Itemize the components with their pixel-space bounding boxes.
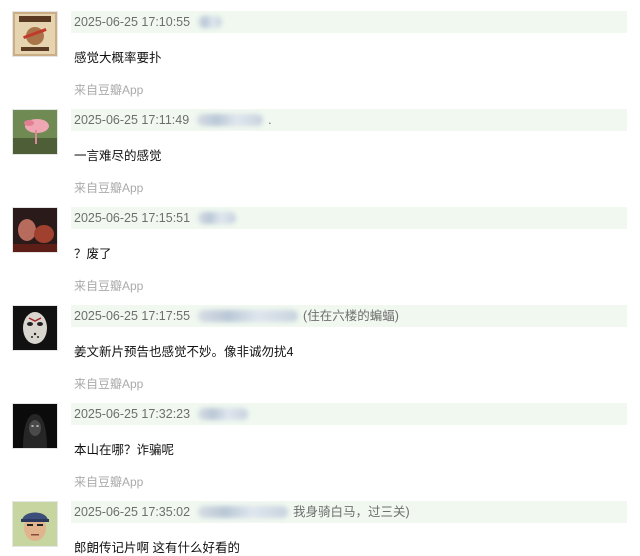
comment-header: 2025-06-25 17:11:49 . [71, 109, 627, 131]
avatar[interactable] [12, 109, 58, 155]
avatar[interactable] [12, 305, 58, 351]
pink-bird-avatar-icon [13, 110, 57, 154]
comment-item: 2025-06-25 17:11:49 . 一言难尽的感觉 来自豆瓣App [0, 109, 640, 207]
comment-item: 2025-06-25 17:32:23 本山在哪？诈骗呢 来自豆瓣App [0, 403, 640, 501]
blurred-username[interactable] [196, 114, 263, 126]
comment-header: 2025-06-25 17:10:55 [71, 11, 627, 33]
movie-still-avatar-icon [13, 208, 57, 252]
comment-source: 来自豆瓣App [74, 377, 144, 391]
comment-header: 2025-06-25 17:32:23 [71, 403, 627, 425]
comment-time: 2025-06-25 17:32:23 [74, 407, 191, 421]
avatar[interactable] [12, 501, 58, 547]
comment-header: 2025-06-25 17:35:02 我身骑白马，过三关) [71, 501, 627, 523]
blurred-username[interactable] [197, 16, 222, 28]
blurred-username[interactable] [197, 310, 298, 322]
comment-content: ？废了 [74, 247, 112, 261]
comment-item: 2025-06-25 17:10:55 感觉大概率要扑 来自豆瓣App [0, 11, 640, 109]
cap-man-avatar-icon [13, 502, 57, 546]
comment-content: 郎朗传记片啊 这有什么好看的 [74, 541, 240, 555]
username-tail[interactable]: . [268, 109, 271, 131]
comment-item: 2025-06-25 17:15:51 ？废了 来自豆瓣App [0, 207, 640, 305]
avatar[interactable] [12, 403, 58, 449]
avatar[interactable] [12, 11, 58, 57]
blurred-username[interactable] [197, 408, 248, 420]
comment-source: 来自豆瓣App [74, 475, 144, 489]
blurred-username[interactable] [197, 212, 236, 224]
comment-time: 2025-06-25 17:17:55 [74, 309, 191, 323]
hockey-mask-avatar-icon [13, 306, 57, 350]
username-tail[interactable]: 我身骑白马，过三关) [293, 501, 410, 523]
blurred-username[interactable] [197, 506, 288, 518]
comment-content: 姜文新片预告也感觉不妙。像非诚勿扰4 [74, 345, 294, 359]
comment-content: 感觉大概率要扑 [74, 51, 162, 65]
comment-source: 来自豆瓣App [74, 279, 144, 293]
comment-header: 2025-06-25 17:15:51 [71, 207, 627, 229]
dark-hooded-figure-avatar-icon [13, 404, 57, 448]
comment-source: 来自豆瓣App [74, 181, 144, 195]
wanted-poster-avatar-icon [13, 12, 57, 56]
comment-content: 本山在哪？诈骗呢 [74, 443, 175, 457]
avatar[interactable] [12, 207, 58, 253]
username-tail[interactable]: (住在六楼的蝙蝠) [303, 305, 399, 327]
comment-item: 2025-06-25 17:35:02 我身骑白马，过三关) 郎朗传记片啊 这有… [0, 501, 640, 555]
comment-header: 2025-06-25 17:17:55 (住在六楼的蝙蝠) [71, 305, 627, 327]
comment-content: 一言难尽的感觉 [74, 149, 162, 163]
comment-source: 来自豆瓣App [74, 83, 144, 97]
comment-item: 2025-06-25 17:17:55 (住在六楼的蝙蝠) 姜文新片预告也感觉不… [0, 305, 640, 403]
comment-time: 2025-06-25 17:11:49 [74, 113, 190, 127]
comment-time: 2025-06-25 17:35:02 [74, 505, 191, 519]
comment-time: 2025-06-25 17:15:51 [74, 211, 191, 225]
comment-time: 2025-06-25 17:10:55 [74, 15, 191, 29]
